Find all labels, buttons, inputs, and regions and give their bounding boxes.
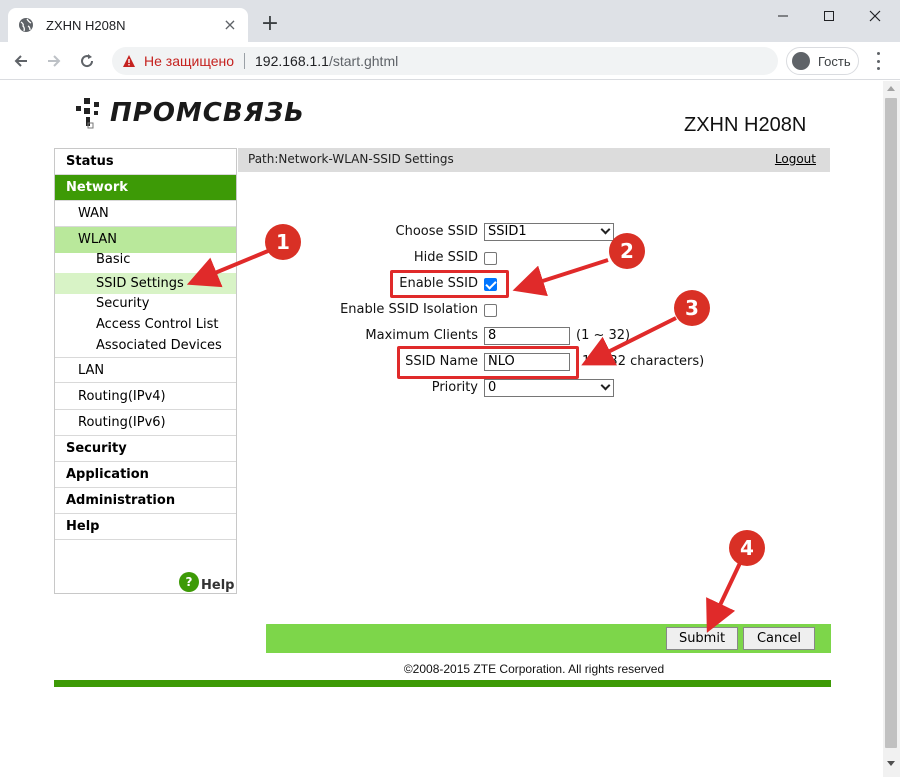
minimize-button[interactable] <box>760 0 806 32</box>
breadcrumb-path: Path:Network-WLAN-SSID Settings <box>248 152 454 166</box>
annotation-badge-4: 4 <box>729 530 765 566</box>
window-close-button[interactable] <box>852 0 898 32</box>
annotation-arrow-2 <box>512 258 609 297</box>
max-clients-hint: (1 ~ 32) <box>576 328 631 343</box>
annotation-badge-1: 1 <box>265 224 301 260</box>
nav-administration[interactable]: Administration <box>55 488 236 514</box>
maximize-icon <box>824 11 834 21</box>
globe-icon <box>19 18 33 32</box>
priority-label: Priority <box>431 380 478 395</box>
chevron-down-icon <box>600 224 611 235</box>
nav-application[interactable]: Application <box>55 462 236 488</box>
ssid-name-hint: 1 ~ 32 characters) <box>582 354 705 369</box>
footer-line <box>54 680 831 687</box>
back-arrow-icon <box>14 55 27 67</box>
action-bar <box>212 624 831 653</box>
hide-ssid-checkbox[interactable] <box>484 252 497 265</box>
omnibox-separator <box>244 53 245 69</box>
forward-arrow-icon <box>48 55 61 67</box>
back-button[interactable] <box>10 50 32 72</box>
profile-label: Гость <box>818 53 851 69</box>
max-clients-input[interactable]: 8 <box>484 327 570 345</box>
ssid-isolation-label: Enable SSID Isolation <box>340 302 478 317</box>
left-navigation: Status Network WAN WLAN Basic SSID Setti… <box>54 148 237 594</box>
priority-value: 0 <box>488 380 497 395</box>
copyright: ©2008-2015 ZTE Corporation. All rights r… <box>403 662 665 676</box>
highlight-ssid-name <box>397 346 579 379</box>
nav-wan[interactable]: WAN <box>55 201 236 227</box>
scroll-thumb[interactable] <box>885 98 897 748</box>
brand-name: ПРОМСВЯЗЬ <box>110 98 305 128</box>
browser-tab[interactable]: ZXHN H208N × <box>8 8 248 42</box>
minimize-icon <box>778 15 788 17</box>
reload-icon <box>81 54 94 68</box>
nav-network[interactable]: Network <box>55 175 236 201</box>
nav-routing-ipv4[interactable]: Routing(IPv4) <box>55 384 236 410</box>
nav-associated-devices[interactable]: Associated Devices <box>55 335 236 356</box>
annotation-badge-3: 3 <box>674 290 710 326</box>
breadcrumb: Path:Network-WLAN-SSID Settings Logout <box>238 148 830 172</box>
browser-toolbar: Не защищено 192.168.1.1/start.ghtml Гост… <box>0 42 900 80</box>
max-clients-label: Maximum Clients <box>365 328 478 343</box>
not-secure-label[interactable]: Не защищено <box>144 53 234 69</box>
submit-button[interactable]: Submit <box>666 627 738 650</box>
choose-ssid-label: Choose SSID <box>395 224 478 239</box>
tab-close-icon[interactable]: × <box>222 17 238 33</box>
new-tab-button[interactable]: + <box>258 13 282 37</box>
menu-kebab-icon[interactable] <box>870 52 886 70</box>
forward-button[interactable] <box>43 50 65 72</box>
model-title: ZXHN H208N <box>684 114 807 136</box>
logo-icon <box>76 98 99 129</box>
help-icon: ? <box>179 571 199 592</box>
annotation-arrow-4 <box>706 562 742 633</box>
nav-wlan-security[interactable]: Security <box>55 293 236 314</box>
scroll-down-arrow-icon[interactable] <box>887 761 895 766</box>
nav-status[interactable]: Status <box>55 149 236 175</box>
action-bar-white-stripe <box>212 624 266 653</box>
ssid-isolation-checkbox[interactable] <box>484 304 497 317</box>
priority-select[interactable]: 0 <box>484 379 614 397</box>
scroll-up-arrow-icon[interactable] <box>887 86 895 91</box>
tab-title: ZXHN H208N <box>46 17 126 33</box>
choose-ssid-select[interactable]: SSID1 <box>484 223 614 241</box>
cancel-button[interactable]: Cancel <box>743 627 815 650</box>
nav-routing-ipv6[interactable]: Routing(IPv6) <box>55 410 236 436</box>
vertical-scrollbar[interactable] <box>883 81 900 777</box>
nav-help[interactable]: Help <box>55 514 236 540</box>
url-host: 192.168.1.1 <box>255 53 329 69</box>
url-path: /start.ghtml <box>328 53 399 69</box>
close-icon <box>869 10 881 22</box>
help-link[interactable]: ? Help <box>179 570 234 593</box>
chevron-down-icon <box>600 380 611 391</box>
warning-icon <box>123 55 135 67</box>
browser-tabbar: ZXHN H208N × + <box>0 0 900 42</box>
choose-ssid-value: SSID1 <box>488 224 527 239</box>
nav-lan[interactable]: LAN <box>55 357 236 383</box>
reload-button[interactable] <box>76 50 98 72</box>
maximize-button[interactable] <box>806 0 852 32</box>
hide-ssid-label: Hide SSID <box>413 250 478 265</box>
nav-access-control-list[interactable]: Access Control List <box>55 314 236 335</box>
nav-ssid-settings[interactable]: SSID Settings <box>55 273 236 294</box>
help-label: Help <box>201 578 235 593</box>
logout-link[interactable]: Logout <box>775 152 816 166</box>
nav-wlan-basic[interactable]: Basic <box>55 249 236 270</box>
nav-security[interactable]: Security <box>55 436 236 462</box>
profile-button[interactable]: Гость <box>786 47 859 75</box>
brand-logo: ПРОМСВЯЗЬ <box>74 96 305 130</box>
annotation-badge-2: 2 <box>609 233 645 269</box>
avatar-icon <box>792 52 810 70</box>
highlight-enable-ssid <box>390 270 509 298</box>
address-bar[interactable]: Не защищено 192.168.1.1/start.ghtml <box>112 47 778 75</box>
